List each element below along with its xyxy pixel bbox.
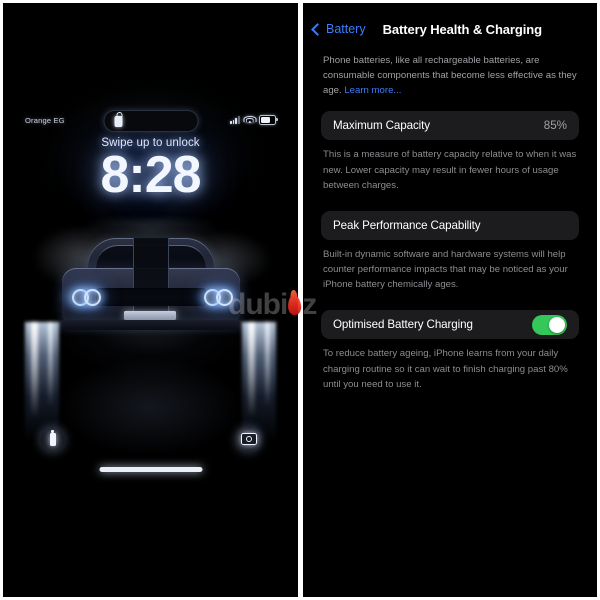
panel-divider [298, 0, 303, 600]
footnote-maximum-capacity: This is a measure of battery capacity re… [323, 149, 577, 191]
row-maximum-capacity[interactable]: Maximum Capacity 85% [321, 111, 579, 141]
home-indicator[interactable] [99, 467, 202, 472]
car-license-plate [123, 311, 176, 320]
footnote-optimised-charging: To reduce battery ageing, iPhone learns … [323, 348, 568, 390]
halo-headlight-left [71, 288, 101, 306]
signal-bars-icon [229, 116, 240, 124]
screenshot-root: Orange EG Swipe up to unlock 8:28 dubi z… [0, 0, 600, 600]
lock-icon [114, 112, 122, 127]
car-body [57, 238, 244, 324]
camera-icon [240, 433, 257, 445]
settings-content: Phone batteries, like all rechargeable b… [303, 47, 597, 410]
row-label: Optimised Battery Charging [333, 318, 473, 332]
halo-headlight-right [203, 288, 233, 306]
lock-screen-clock: 8:28 [100, 146, 201, 204]
wallpaper-car-artwork [3, 218, 298, 448]
camera-button[interactable] [235, 425, 262, 453]
learn-more-link[interactable]: Learn more... [344, 85, 401, 96]
back-button[interactable]: Battery [311, 22, 366, 36]
flashlight-button[interactable] [39, 425, 66, 453]
carrier-label: Orange EG [25, 115, 65, 125]
row-peak-performance-capability[interactable]: Peak Performance Capability [321, 210, 579, 240]
navigation-bar: Battery Battery Health & Charging [303, 17, 597, 41]
chevron-left-icon [311, 22, 324, 36]
car-illustration [56, 238, 246, 346]
wifi-icon [243, 116, 256, 124]
car-grille [95, 288, 206, 306]
row-label: Maximum Capacity [333, 119, 430, 133]
intro-paragraph: Phone batteries, like all rechargeable b… [323, 53, 577, 98]
back-button-label: Battery [326, 22, 366, 36]
toggle-knob [548, 316, 566, 334]
lock-screen-panel: Orange EG Swipe up to unlock 8:28 [3, 3, 298, 597]
settings-panel: Battery Battery Health & Charging Phone … [303, 3, 597, 597]
row-optimised-battery-charging[interactable]: Optimised Battery Charging [321, 310, 579, 340]
battery-icon [259, 115, 278, 125]
dynamic-island [103, 110, 198, 132]
page-title: Battery Health & Charging [382, 21, 542, 37]
maximum-capacity-value: 85% [543, 119, 567, 133]
flashlight-icon [49, 429, 56, 446]
row-label: Peak Performance Capability [333, 218, 481, 232]
car-bumper [57, 320, 244, 330]
status-icons [229, 115, 278, 125]
footnote-peak-performance: Built-in dynamic software and hardware s… [323, 248, 568, 291]
optimised-battery-charging-toggle[interactable] [532, 314, 567, 335]
lock-screen-actions [3, 421, 298, 457]
